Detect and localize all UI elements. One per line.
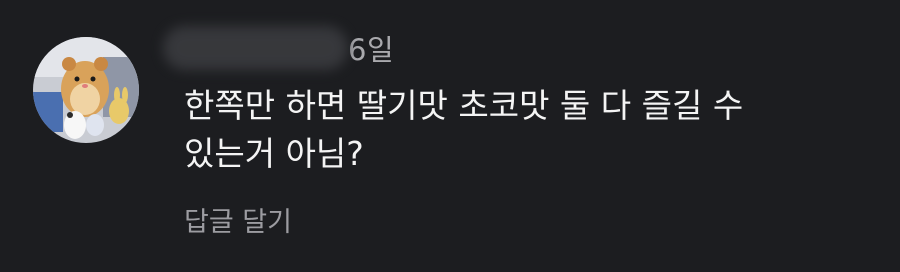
- hamster-avatar-icon[interactable]: [33, 37, 139, 143]
- reply-button[interactable]: 답글 달기: [184, 200, 292, 239]
- timestamp: 6일: [348, 33, 395, 67]
- avatar-image: [33, 37, 139, 143]
- comment-text: 한쪽만 하면 딸기맛 초코맛 둘 다 즐길 수 있는거 아님?: [184, 86, 744, 173]
- username-redacted: [163, 26, 348, 70]
- comment: 6일 한쪽만 하면 딸기맛 초코맛 둘 다 즐길 수 있는거 아님? 답글 달기: [0, 0, 900, 272]
- comment-meta: 6일: [163, 18, 394, 78]
